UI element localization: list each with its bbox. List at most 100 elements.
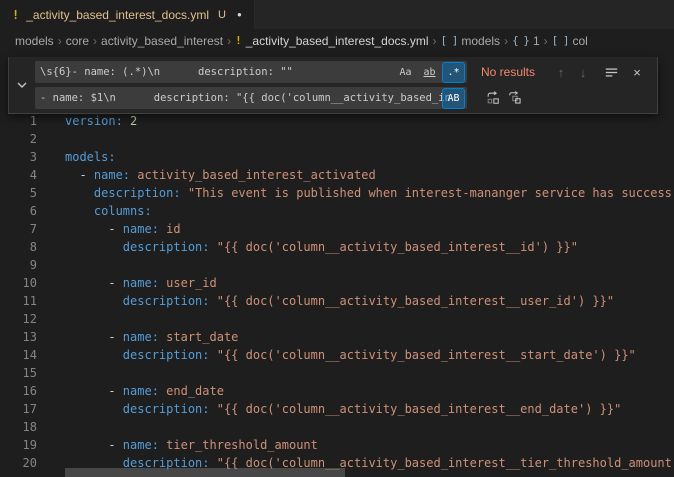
toggle-replace-button[interactable] (9, 57, 35, 113)
code-line-17[interactable]: 17 description: "{{ doc('column__activit… (0, 402, 674, 420)
use-regex-button[interactable]: .* (442, 62, 465, 83)
line-content: - name: activity_based_interest_activate… (65, 168, 674, 186)
code-line-8[interactable]: 8 description: "{{ doc('column__activity… (0, 240, 674, 258)
replace-input[interactable]: - name: $1\n description: "{{ doc('colum… (35, 87, 467, 109)
line-number: 8 (0, 240, 37, 258)
arrow-up-icon: ↑ (558, 65, 565, 80)
git-status-badge: U (218, 9, 226, 21)
code-line-14[interactable]: 14 description: "{{ doc('column__activit… (0, 348, 674, 366)
line-number: 6 (0, 204, 37, 222)
line-number: 19 (0, 438, 37, 456)
line-number: 14 (0, 348, 37, 366)
line-content: version: 2 (65, 114, 674, 132)
code-line-5[interactable]: 5 description: "This event is published … (0, 186, 674, 204)
symbol-object-icon: { } (512, 34, 529, 47)
code-line-18[interactable]: 18 (0, 420, 674, 438)
replace-icon (486, 91, 500, 105)
code-line-13[interactable]: 13 - name: start_date (0, 330, 674, 348)
next-match-button[interactable]: ↓ (573, 62, 593, 82)
unsaved-changes-dot-icon[interactable]: ● (237, 10, 242, 19)
line-number: 18 (0, 420, 37, 438)
match-case-button[interactable]: Aa (394, 62, 417, 83)
code-line-11[interactable]: 11 description: "{{ doc('column__activit… (0, 294, 674, 312)
line-number: 15 (0, 366, 37, 384)
line-content (65, 132, 674, 150)
line-number: 10 (0, 276, 37, 294)
replace-all-icon (508, 91, 522, 105)
line-number: 4 (0, 168, 37, 186)
code-line-16[interactable]: 16 - name: end_date (0, 384, 674, 402)
selection-find-icon (605, 66, 618, 79)
find-replace-widget: \s{6}- name: (.*)\n description: "" Aa a… (8, 57, 658, 114)
line-number: 2 (0, 132, 37, 150)
tab-bar: ! _activity_based_interest_docs.yml U ● (0, 0, 674, 29)
line-content: description: "{{ doc('column__activity_b… (65, 240, 674, 258)
replace-button[interactable] (483, 88, 503, 108)
code-line-2[interactable]: 2 (0, 132, 674, 150)
breadcrumb-item-models[interactable]: models (15, 34, 54, 48)
line-content: description: "This event is published wh… (65, 186, 674, 204)
symbol-array-icon: [ ] (441, 34, 458, 47)
breadcrumb-separator: › (504, 34, 508, 48)
line-number: 13 (0, 330, 37, 348)
code-line-3[interactable]: 3 models: (0, 150, 674, 168)
breadcrumb-item-activity_based_interest[interactable]: activity_based_interest (101, 34, 223, 48)
replace-value-text: - name: $1\n description: "{{ doc('colum… (35, 92, 467, 104)
code-line-1[interactable]: 1version: 2 (0, 114, 674, 132)
find-in-selection-button[interactable] (601, 62, 621, 82)
line-number: 9 (0, 258, 37, 276)
breadcrumb-separator: › (93, 34, 97, 48)
breadcrumb-item-models[interactable]: [ ]models (441, 34, 501, 48)
breadcrumb-item-1[interactable]: { }1 (512, 34, 540, 48)
code-line-19[interactable]: 19 - name: tier_threshold_amount (0, 438, 674, 456)
line-content: - name: end_date (65, 384, 674, 402)
replace-all-button[interactable] (505, 88, 525, 108)
close-find-widget-button[interactable]: × (627, 62, 647, 82)
line-number: 5 (0, 186, 37, 204)
line-content: description: "{{ doc('column__activity_b… (65, 294, 674, 312)
preserve-case-button[interactable]: AB (442, 88, 465, 109)
code-line-9[interactable]: 9 (0, 258, 674, 276)
symbol-array-icon: [ ] (552, 34, 569, 47)
replace-row: - name: $1\n description: "{{ doc('colum… (35, 87, 651, 109)
breadcrumb-item-_activity_based_interest_docs.yml[interactable]: !_activity_based_interest_docs.yml (235, 34, 428, 48)
code-editor[interactable]: 1version: 223models:4 - name: activity_b… (0, 114, 674, 474)
line-content: - name: id (65, 222, 674, 240)
line-number: 12 (0, 312, 37, 330)
line-number: 11 (0, 294, 37, 312)
breadcrumb-item-core[interactable]: core (66, 34, 89, 48)
code-line-4[interactable]: 4 - name: activity_based_interest_activa… (0, 168, 674, 186)
previous-match-button[interactable]: ↑ (551, 62, 571, 82)
breadcrumb-separator: › (58, 34, 62, 48)
chevron-down-icon (16, 79, 28, 91)
yaml-file-icon: ! (12, 8, 19, 22)
line-content: - name: user_id (65, 276, 674, 294)
code-line-6[interactable]: 6 columns: (0, 204, 674, 222)
line-content: description: "{{ doc('column__activity_b… (65, 348, 674, 366)
code-line-10[interactable]: 10 - name: user_id (0, 276, 674, 294)
breadcrumb-label: activity_based_interest (101, 34, 223, 48)
line-content (65, 312, 674, 330)
code-line-12[interactable]: 12 (0, 312, 674, 330)
line-number: 3 (0, 150, 37, 168)
code-line-15[interactable]: 15 (0, 366, 674, 384)
breadcrumb-label: models (15, 34, 54, 48)
horizontal-scrollbar-thumb[interactable] (65, 468, 345, 477)
breadcrumb-label: _activity_based_interest_docs.yml (246, 34, 429, 48)
breadcrumb-label: core (66, 34, 89, 48)
code-line-7[interactable]: 7 - name: id (0, 222, 674, 240)
find-row: \s{6}- name: (.*)\n description: "" Aa a… (35, 61, 651, 83)
breadcrumb: models › core › activity_based_interest › !_ac… (0, 29, 674, 52)
line-content (65, 420, 674, 438)
editor-tab[interactable]: ! _activity_based_interest_docs.yml U ● (0, 0, 255, 29)
find-results-status: No results (481, 65, 539, 79)
breadcrumb-item-col[interactable]: [ ]col (552, 34, 588, 48)
whole-word-button[interactable]: ab (418, 62, 441, 83)
arrow-down-icon: ↓ (580, 65, 587, 80)
line-content: models: (65, 150, 674, 168)
find-query-text: \s{6}- name: (.*)\n description: "" (35, 66, 361, 78)
tab-title: _activity_based_interest_docs.yml (26, 8, 209, 22)
breadcrumb-separator: › (544, 34, 548, 48)
find-input[interactable]: \s{6}- name: (.*)\n description: "" Aa a… (35, 61, 467, 83)
breadcrumb-separator: › (227, 34, 231, 48)
